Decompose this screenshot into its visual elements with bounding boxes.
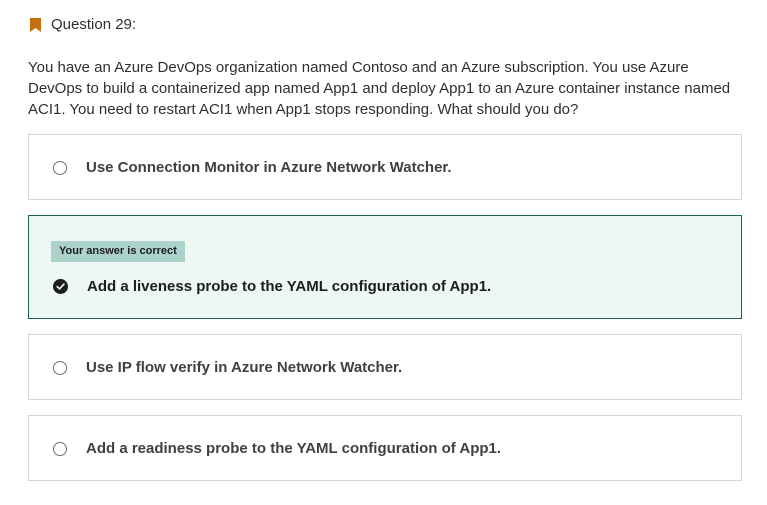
radio-button[interactable] <box>53 441 67 456</box>
checkmark-circle-icon[interactable] <box>53 279 68 294</box>
answer-option-label: Add a liveness probe to the YAML configu… <box>87 278 492 295</box>
answer-option-2[interactable]: Your answer is correct Add a liveness pr… <box>28 215 742 319</box>
question-number: Question 29: <box>51 16 137 33</box>
answer-option-4[interactable]: Add a readiness probe to the YAML config… <box>28 415 742 481</box>
radio-button[interactable] <box>53 160 67 175</box>
check-icon <box>56 283 65 290</box>
radio-button[interactable] <box>53 360 67 375</box>
answer-option-label: Add a readiness probe to the YAML config… <box>86 440 502 457</box>
answer-option-label: Use Connection Monitor in Azure Network … <box>86 159 452 176</box>
answer-option-3[interactable]: Use IP flow verify in Azure Network Watc… <box>28 334 742 400</box>
bookmark-icon[interactable] <box>30 17 41 32</box>
question-text: You have an Azure DevOps organization na… <box>28 59 731 118</box>
answer-option-1[interactable]: Use Connection Monitor in Azure Network … <box>28 134 742 200</box>
correct-answer-badge: Your answer is correct <box>51 241 185 262</box>
answer-option-label: Use IP flow verify in Azure Network Watc… <box>86 359 403 376</box>
question-header: Question 29: <box>30 16 136 33</box>
